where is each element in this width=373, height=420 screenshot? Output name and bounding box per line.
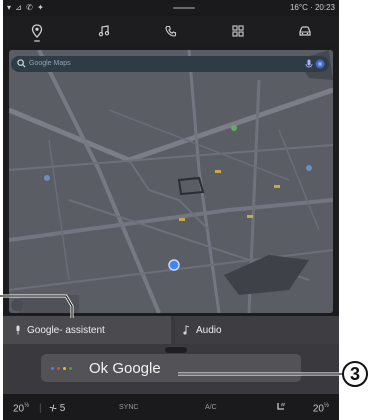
phone-icon [165,25,177,37]
car-icon [299,26,311,36]
assistant-icon[interactable] [315,59,325,69]
nav-item-phone[interactable] [151,16,191,46]
status-icons: ▾ ⊿ ✆ ✦ [7,3,45,12]
voice-panel: Google- assistent Audio Ok Google [3,316,339,394]
temperature-time: 16°C · 20:23 [289,3,335,12]
seat-heat-icon [277,402,285,410]
sync-button[interactable]: SYNC [119,404,138,411]
driver-temperature[interactable]: 20½ [13,403,29,414]
climate-bar: 20½ | 5 SYNC A/C 20½ [3,394,339,420]
nav-item-navigation[interactable] [17,16,57,46]
status-bar: ▾ ⊿ ✆ ✦ 16°C · 20:23 [3,0,339,16]
top-drag-handle[interactable] [173,7,195,9]
nav-bar [3,16,339,46]
microphone-icon[interactable] [305,59,313,69]
assistant-dots-icon [51,366,75,370]
search-bar[interactable]: Google Maps [11,56,329,72]
callout-number-3: 3 [342,361,368,387]
fan-speed[interactable]: 5 [49,403,65,414]
separator: | [39,403,42,414]
navigation-icon [31,24,42,38]
passenger-temperature[interactable]: 20½ [313,403,329,414]
microphone-icon [16,325,20,335]
ok-google-bar[interactable]: Ok Google [41,354,301,382]
seat-heating-button[interactable] [275,402,287,415]
nav-item-apps[interactable] [218,16,258,46]
ac-button[interactable]: A/C [205,404,217,411]
music-icon [98,25,109,37]
nav-item-music[interactable] [84,16,124,46]
search-input[interactable]: Google Maps [29,60,71,67]
nav-item-vehicle[interactable] [285,16,325,46]
assistant-label: Google- assistent [27,324,105,336]
infotainment-screen: ▾ ⊿ ✆ ✦ 16°C · 20:23 Google Maps Google-… [3,0,339,420]
bottom-drag-handle[interactable] [165,347,187,353]
fan-icon [49,404,57,412]
search-icon [17,59,26,68]
map-view[interactable] [9,50,333,313]
audio-button[interactable]: Audio [175,316,339,344]
apps-icon [232,25,244,37]
music-note-icon [183,325,190,335]
audio-label: Audio [196,324,222,336]
ok-google-text: Ok Google [89,359,161,377]
google-assistant-button[interactable]: Google- assistent [3,316,171,344]
